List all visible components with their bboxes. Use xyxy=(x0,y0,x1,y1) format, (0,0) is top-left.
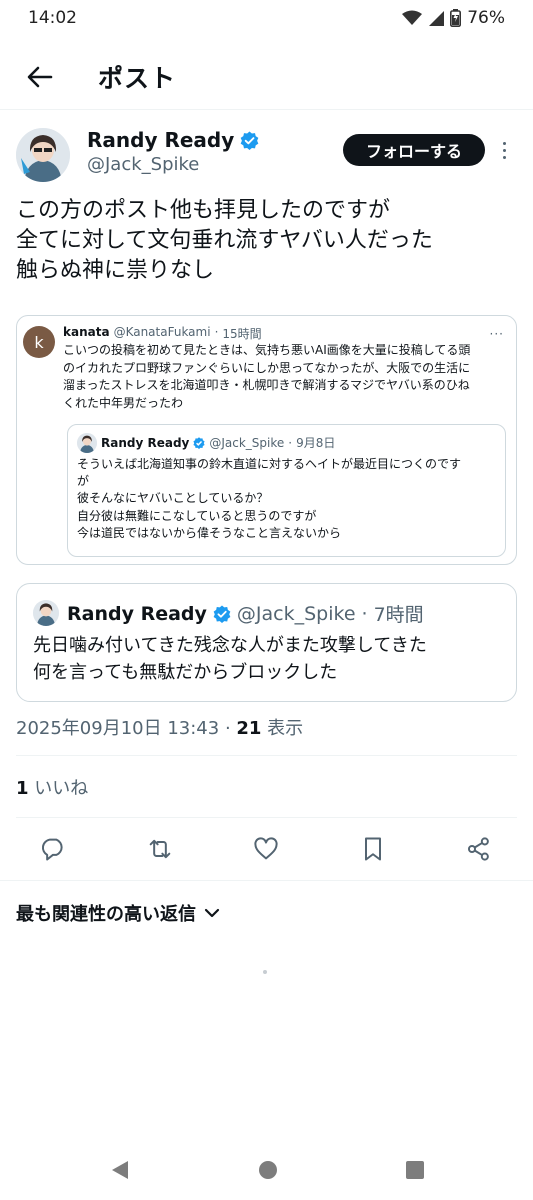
screenshot-author-name: kanata xyxy=(63,325,110,339)
avatar-image xyxy=(77,433,97,453)
more-options-button[interactable] xyxy=(496,136,512,164)
divider xyxy=(16,755,517,756)
quoted-author-handle: @Jack_Spike xyxy=(236,602,356,625)
status-time: 14:02 xyxy=(28,8,77,28)
wifi-icon xyxy=(402,10,423,25)
avatar-image xyxy=(16,128,70,182)
nav-home-button[interactable] xyxy=(256,1158,280,1182)
quoted-text-line: 何を言っても無駄だからブロックした xyxy=(33,662,338,683)
screenshot-text-line: くれた中年男だったわ xyxy=(63,395,184,410)
avatar[interactable] xyxy=(16,128,70,182)
battery-level: 76% xyxy=(467,8,505,28)
screenshot-post-header: kanata @KanataFukami · 15時間 xyxy=(63,325,262,342)
post-text-line: この方のポスト他も拝見したのですが xyxy=(16,198,391,223)
divider xyxy=(16,817,517,818)
post-date[interactable]: 2025年09月10日 13:43 xyxy=(16,718,219,739)
verified-badge-icon xyxy=(240,130,259,150)
screenshot-text-line: のイカれたプロ野球ファンぐらいにしか思ってなかったが、大阪での生活に xyxy=(63,360,471,375)
likes-stat[interactable]: 1 いいね xyxy=(16,774,88,800)
screenshot-inner-quote: Randy Ready @Jack_Spike · 9月8日 そういえば北海道知… xyxy=(67,424,506,557)
avatar: k xyxy=(23,326,55,358)
nav-recents-button[interactable] xyxy=(403,1158,427,1182)
header: ポスト xyxy=(0,44,533,110)
avatar-image xyxy=(33,600,59,626)
like-icon xyxy=(254,837,278,860)
screenshot-post-text: こいつの投稿を初めて見たときは、気持ち悪いAI画像を大量に投稿してる頭 のイカれ… xyxy=(63,342,508,412)
share-icon xyxy=(467,837,489,861)
quoted-text-line: 先日噛み付いてきた残念な人がまた攻撃してきた xyxy=(33,635,427,656)
bookmark-icon xyxy=(365,837,381,861)
screenshot-time: 15時間 xyxy=(222,327,262,341)
quoted-post[interactable]: Randy Ready @Jack_Spike · 7時間 先日噛み付いてきた残… xyxy=(16,583,517,702)
separator: · xyxy=(288,435,293,450)
author-handle[interactable]: @Jack_Spike xyxy=(87,154,199,175)
system-nav-bar xyxy=(0,1140,533,1200)
action-bar xyxy=(0,826,533,872)
page-title: ポスト xyxy=(98,63,177,93)
avatar xyxy=(77,433,97,453)
screenshot-text-line: 溜まったストレスを北海道叩き・札幌叩きで解消するマジでヤバい系のひね xyxy=(63,378,470,392)
divider xyxy=(0,880,533,881)
triangle-back-icon xyxy=(112,1161,128,1179)
views-count: 21 xyxy=(236,718,262,739)
quoted-author-name: Randy Ready xyxy=(67,602,207,625)
follow-button[interactable]: フォローする xyxy=(343,134,485,166)
loading-indicator xyxy=(263,970,267,974)
views-label: 表示 xyxy=(261,718,304,739)
circle-home-icon xyxy=(259,1161,277,1179)
post-timestamp: 2025年09月10日 13:43 · 21 表示 xyxy=(16,714,303,740)
bookmark-button[interactable] xyxy=(358,834,388,864)
screenshot-inner-text-line: 今は道民ではないから偉そうなこと言えないから xyxy=(77,525,342,540)
status-bar: 14:02 76% xyxy=(0,0,533,36)
likes-label: いいね xyxy=(28,778,89,799)
screenshot-inner-author-name: Randy Ready xyxy=(101,435,190,450)
screenshot-inner-text-line: 彼そんなにヤバいことしているか？ xyxy=(77,491,269,506)
arrow-left-icon xyxy=(27,66,53,87)
post-text-line: 触らぬ神に祟りなし xyxy=(16,258,215,283)
reply-button[interactable] xyxy=(38,834,68,864)
screenshot-inner-text-line: 自分彼は無難にこなしていると思うのですが xyxy=(77,508,317,523)
more-icon xyxy=(502,141,506,145)
post-text: この方のポスト他も拝見したのですが 全てに対して文句垂れ流すヤバい人だった 触ら… xyxy=(16,196,517,286)
quoted-post-time: 7時間 xyxy=(373,604,424,626)
signal-icon xyxy=(429,11,445,26)
likes-count: 1 xyxy=(16,778,29,799)
status-icons: 76% xyxy=(402,8,505,28)
attached-image[interactable]: k kanata @KanataFukami · 15時間 ··· こいつの投稿… xyxy=(16,315,517,565)
screenshot-text-line: こいつの投稿を初めて見たときは、気持ち悪いAI画像を大量に投稿してる頭 xyxy=(63,343,471,357)
post-author: Randy Ready @Jack_Spike フォローする xyxy=(16,124,517,188)
nav-back-button[interactable] xyxy=(108,1158,132,1182)
author-name[interactable]: Randy Ready xyxy=(87,128,259,152)
quoted-post-text: 先日噛み付いてきた残念な人がまた攻撃してきた 何を言っても無駄だからブロックした xyxy=(33,632,513,686)
screenshot-author-handle: @KanataFukami xyxy=(113,325,211,339)
screenshot-inner-time: 9月8日 xyxy=(296,436,336,450)
share-button[interactable] xyxy=(464,834,494,864)
separator: · xyxy=(214,325,219,339)
screenshot-inner-text-line: が xyxy=(77,474,90,489)
verified-badge-icon xyxy=(213,604,231,623)
like-button[interactable] xyxy=(251,834,281,864)
screenshot-inner-header: Randy Ready @Jack_Spike · 9月8日 xyxy=(101,434,335,451)
screenshot-inner-text-line: そういえば北海道知事の鈴木直道に対するヘイトが最近目につくのです xyxy=(77,457,462,471)
reply-sort-label: 最も関連性の高い返信 xyxy=(16,904,196,925)
separator: · xyxy=(219,718,237,739)
separator: · xyxy=(361,602,368,625)
quoted-post-header: Randy Ready @Jack_Spike · 7時間 xyxy=(67,600,424,627)
screenshot-inner-handle: @Jack_Spike xyxy=(209,435,285,450)
back-button[interactable] xyxy=(20,57,60,97)
chevron-down-icon xyxy=(204,908,220,918)
battery-icon xyxy=(450,9,462,27)
author-name-text: Randy Ready xyxy=(87,128,235,152)
square-recents-icon xyxy=(406,1161,424,1179)
screenshot-inner-text: そういえば北海道知事の鈴木直道に対するヘイトが最近目につくのです が 彼そんなに… xyxy=(77,456,502,542)
verified-badge-icon xyxy=(193,436,205,449)
reply-icon xyxy=(41,838,63,861)
more-icon: ··· xyxy=(489,327,504,341)
reply-sort-dropdown[interactable]: 最も関連性の高い返信 xyxy=(16,900,220,926)
repost-icon xyxy=(149,839,171,859)
repost-button[interactable] xyxy=(145,834,175,864)
avatar xyxy=(33,600,59,626)
post-text-line: 全てに対して文句垂れ流すヤバい人だった xyxy=(16,228,433,253)
